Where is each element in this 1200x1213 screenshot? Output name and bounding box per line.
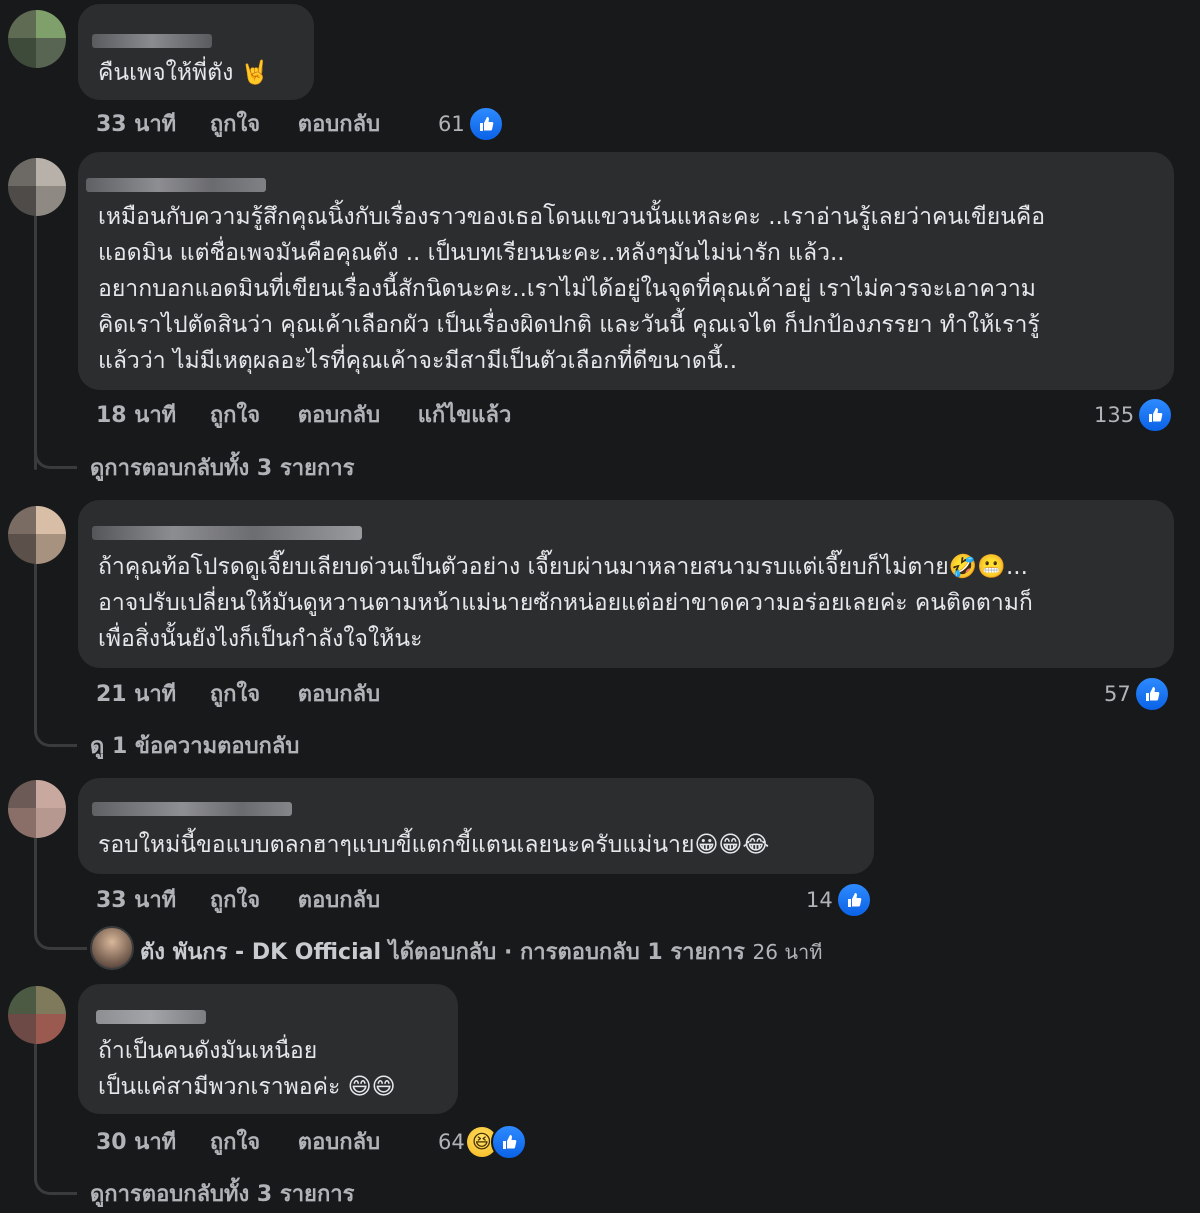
like-button[interactable]: ถูกใจ xyxy=(210,397,260,432)
comment-text-line: เหมือนกับความรู้สึกคุณนิ้งกับเรื่องราวขอ… xyxy=(98,204,1046,230)
comment-actions: 18 นาที ถูกใจ ตอบกลับ แก้ไขแล้ว xyxy=(96,397,511,432)
separator: · xyxy=(503,940,513,965)
comment-text-line: เพื่อสิ่งนั้นยังไงก็เป็นกำลังใจให้นะ xyxy=(98,626,423,652)
reply-button[interactable]: ตอบกลับ xyxy=(298,1124,380,1159)
like-button[interactable]: ถูกใจ xyxy=(210,1124,260,1159)
avatar[interactable] xyxy=(8,986,66,1044)
reply-button[interactable]: ตอบกลับ xyxy=(298,397,380,432)
like-icon xyxy=(835,882,872,918)
comment-bubble: ถ้าเป็นคนดังมันเหนื่อย เป็นแค่สามีพวกเรา… xyxy=(78,984,458,1114)
comment-text-line: ถ้าคุณท้อโปรดดูเจี๊ยบเลียบด่วนเป็นตัวอย่… xyxy=(98,554,1028,580)
avatar[interactable] xyxy=(8,506,66,564)
view-replies-link[interactable]: ดูการตอบกลับทั้ง 3 รายการ xyxy=(90,450,354,485)
blurred-author-name[interactable] xyxy=(92,526,362,540)
blurred-author-name[interactable] xyxy=(92,34,212,48)
reply-button[interactable]: ตอบกลับ xyxy=(298,676,380,711)
thread-curve xyxy=(34,430,77,469)
comment-bubble: คืนเพจให้พี่ตัง 🤘 xyxy=(78,4,314,100)
thread-curve xyxy=(34,905,87,950)
reaction-summary[interactable]: 61 xyxy=(438,106,504,142)
page-reply-summary[interactable]: ตัง พันกร - DK Official ได้ตอบกลับ · การ… xyxy=(140,934,822,969)
comment-actions: 33 นาที ถูกใจ ตอบกลับ xyxy=(96,106,380,141)
comment-time[interactable]: 21 นาที xyxy=(96,676,176,711)
comment-bubble: เหมือนกับความรู้สึกคุณนิ้งกับเรื่องราวขอ… xyxy=(78,152,1174,390)
thread-line xyxy=(34,560,37,720)
comment-time[interactable]: 18 นาที xyxy=(96,397,176,432)
thread-line xyxy=(34,1040,37,1160)
reaction-count: 14 xyxy=(806,888,833,912)
comment-actions: 21 นาที ถูกใจ ตอบกลับ xyxy=(96,676,380,711)
avatar[interactable] xyxy=(8,10,66,68)
page-reply-count: การตอบกลับ 1 รายการ xyxy=(519,940,745,965)
comment-bubble: ถ้าคุณท้อโปรดดูเจี๊ยบเลียบด่วนเป็นตัวอย่… xyxy=(78,500,1174,668)
comment-time[interactable]: 33 นาที xyxy=(96,106,176,141)
reaction-count: 61 xyxy=(438,112,465,136)
reaction-count: 57 xyxy=(1104,682,1131,706)
comment-text-line: เป็นแค่สามีพวกเราพอค่ะ 😄😄 xyxy=(98,1074,396,1100)
reaction-count: 64 xyxy=(438,1130,465,1154)
blurred-author-name[interactable] xyxy=(86,178,266,192)
like-button[interactable]: ถูกใจ xyxy=(210,676,260,711)
comment-text-line: คิดเราไปตัดสินว่า คุณเค้าเลือกผัว เป็นเร… xyxy=(98,312,1040,338)
page-reply-time: 26 นาที xyxy=(752,940,823,964)
blurred-author-name[interactable] xyxy=(96,1010,206,1024)
comment-text-line: แล้วว่า ไม่มีเหตุผลอะไรที่คุณเค้าจะมีสาม… xyxy=(98,348,738,374)
thread-line xyxy=(34,190,37,470)
view-replies-link[interactable]: ดูการตอบกลับทั้ง 3 รายการ xyxy=(90,1176,354,1211)
like-icon xyxy=(1133,676,1170,712)
reply-button[interactable]: ตอบกลับ xyxy=(298,106,380,141)
avatar[interactable] xyxy=(8,780,66,838)
comment-text: คืนเพจให้พี่ตัง 🤘 xyxy=(98,60,270,86)
comment-bubble: รอบใหม่นี้ขอแบบตลกฮาๆแบบขี้แตกขี้แตนเลยน… xyxy=(78,778,874,874)
reply-button[interactable]: ตอบกลับ xyxy=(298,882,380,917)
view-replies-link[interactable]: ดู 1 ข้อความตอบกลับ xyxy=(90,728,299,763)
edited-label[interactable]: แก้ไขแล้ว xyxy=(418,397,512,432)
reaction-summary[interactable]: 57 xyxy=(1104,676,1170,712)
thread-curve xyxy=(34,712,77,747)
like-button[interactable]: ถูกใจ xyxy=(210,882,260,917)
comment-text-line: อาจปรับเปลี่ยนให้มันดูหวานตามหน้าแม่นายซ… xyxy=(98,590,1033,616)
like-icon xyxy=(1137,397,1174,433)
comment-time[interactable]: 30 นาที xyxy=(96,1124,176,1159)
reaction-summary[interactable]: 64 😆 xyxy=(438,1124,527,1160)
page-name[interactable]: ตัง พันกร - DK Official xyxy=(140,940,381,965)
avatar[interactable] xyxy=(8,158,66,216)
like-button[interactable]: ถูกใจ xyxy=(210,106,260,141)
page-avatar[interactable] xyxy=(90,926,134,970)
comment-time[interactable]: 33 นาที xyxy=(96,882,176,917)
like-icon xyxy=(490,1124,527,1160)
comment-text: รอบใหม่นี้ขอแบบตลกฮาๆแบบขี้แตกขี้แตนเลยน… xyxy=(98,832,770,858)
like-icon xyxy=(467,106,504,142)
comment-text-line: อยากบอกแอดมินที่เขียนเรื่องนี้สักนิดนะคะ… xyxy=(98,276,1036,302)
reaction-count: 135 xyxy=(1094,403,1135,427)
comment-text-line: ถ้าเป็นคนดังมันเหนื่อย xyxy=(98,1038,318,1064)
reaction-summary[interactable]: 14 xyxy=(806,882,872,918)
comment-text-line: แอดมิน แต่ชื่อเพจมันคือคุณตัง .. เป็นบทเ… xyxy=(98,240,845,266)
page-reply-action: ได้ตอบกลับ xyxy=(388,940,497,965)
thread-curve xyxy=(34,1150,77,1195)
comment-actions: 33 นาที ถูกใจ ตอบกลับ xyxy=(96,882,380,917)
comment-actions: 30 นาที ถูกใจ ตอบกลับ xyxy=(96,1124,380,1159)
blurred-author-name[interactable] xyxy=(92,802,292,816)
reaction-summary[interactable]: 135 xyxy=(1094,397,1174,433)
